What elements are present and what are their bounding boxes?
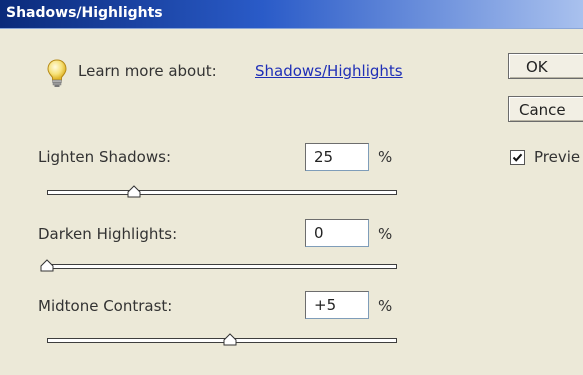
- lighten-shadows-input[interactable]: 25: [305, 143, 369, 171]
- darken-highlights-label: Darken Highlights:: [38, 225, 178, 243]
- ok-button[interactable]: OK: [508, 53, 583, 79]
- cancel-button[interactable]: Cance: [508, 96, 583, 122]
- preview-label: Previe: [534, 148, 581, 166]
- title-bar[interactable]: Shadows/Highlights: [0, 0, 583, 29]
- slider-track: [47, 190, 397, 195]
- midtone-contrast-slider[interactable]: [47, 333, 397, 349]
- lighten-shadows-unit: %: [378, 148, 393, 166]
- slider-thumb[interactable]: [127, 185, 141, 199]
- learn-more-label: Learn more about:: [78, 62, 217, 80]
- lightbulb-icon: [47, 59, 67, 87]
- slider-thumb[interactable]: [223, 333, 237, 347]
- learn-more-link[interactable]: Shadows/Highlights: [255, 62, 403, 80]
- darken-highlights-unit: %: [378, 225, 393, 243]
- midtone-contrast-input[interactable]: +5: [305, 291, 369, 319]
- lighten-shadows-slider[interactable]: [47, 185, 397, 201]
- darken-highlights-slider[interactable]: [40, 259, 397, 275]
- checkmark-icon: [512, 153, 523, 162]
- lighten-shadows-label: Lighten Shadows:: [38, 148, 171, 166]
- midtone-contrast-unit: %: [378, 297, 393, 315]
- midtone-contrast-label: Midtone Contrast:: [38, 297, 173, 315]
- darken-highlights-input[interactable]: 0: [305, 219, 369, 247]
- dialog-title: Shadows/Highlights: [6, 5, 163, 21]
- preview-checkbox[interactable]: [510, 150, 525, 165]
- slider-thumb[interactable]: [40, 259, 54, 273]
- slider-track: [47, 264, 397, 269]
